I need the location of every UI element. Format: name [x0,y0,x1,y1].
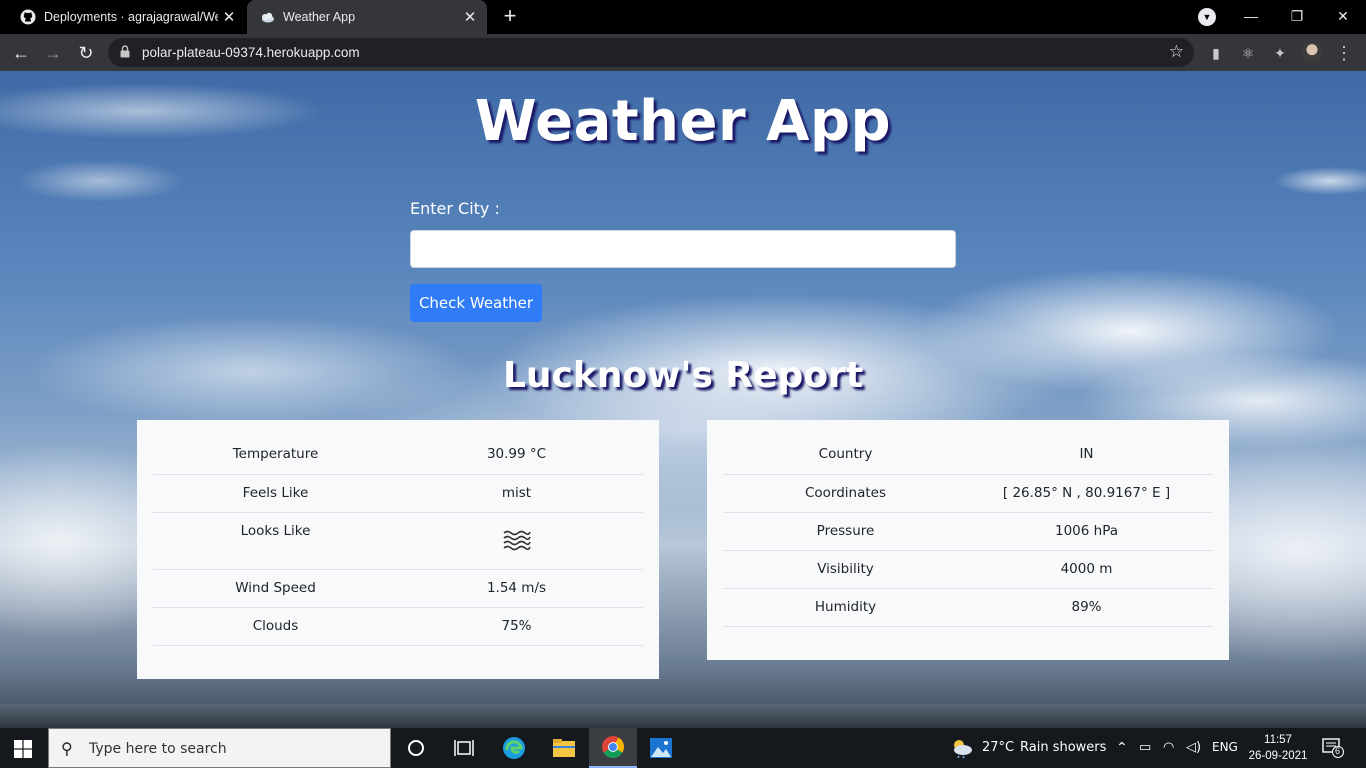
report-title: Lucknow's Report [502,355,864,396]
page-title: Weather App [474,89,892,154]
address-bar[interactable]: polar-plateau-09374.herokuapp.com ☆ [108,38,1194,67]
tab-search-icon[interactable]: ▼ [1198,8,1216,26]
reload-icon[interactable]: ↻ [73,40,99,66]
tab-weather-app[interactable]: Weather App ✕ [247,0,487,34]
table-row: Temperature 30.99 °C [153,436,643,475]
windows-start-icon[interactable] [14,740,32,758]
background-sea [0,704,1366,728]
browser-toolbar: ← → ↻ polar-plateau-09374.herokuapp.com … [0,34,1366,71]
weather-details-table: Temperature 30.99 °C Feels Like mist Loo… [153,436,643,646]
table-row: Pressure 1006 hPa [723,512,1213,551]
extension-icon[interactable]: ▮ [1206,43,1226,63]
pressure-value: 1006 hPa [968,512,1213,551]
back-arrow-icon[interactable]: ← [8,40,34,66]
visibility-value: 4000 m [968,550,1213,589]
volume-icon[interactable]: ◁) [1186,740,1201,755]
country-label: Country [723,436,968,475]
lock-icon [120,45,130,58]
url-text: polar-plateau-09374.herokuapp.com [142,45,360,60]
close-tab-icon[interactable]: ✕ [218,8,240,26]
weather-favicon-icon [262,12,274,23]
react-devtools-icon[interactable]: ⚛ [1238,43,1258,63]
mist-icon [502,530,531,550]
humidity-value: 89% [968,588,1213,627]
table-row: Humidity 89% [723,588,1213,627]
feels-like-value: mist [398,474,643,513]
coordinates-value: [ 26.85° N , 80.9167° E ] [968,474,1213,513]
minimize-button[interactable]: — [1228,0,1274,34]
close-tab-icon[interactable]: ✕ [459,8,481,26]
file-explorer-icon[interactable] [540,728,588,768]
city-label: Enter City : [410,199,500,218]
location-details-table: Country IN Coordinates [ 26.85° N , 80.9… [723,436,1213,627]
clock[interactable]: 11:57 26-09-2021 [1247,732,1309,764]
table-row: Looks Like [153,512,643,570]
weather-condition[interactable]: Rain showers [1020,740,1106,755]
menu-dots-icon[interactable]: ⋮ [1334,43,1354,63]
weather-temperature[interactable]: 27°C [982,740,1014,755]
weather-details-card: Temperature 30.99 °C Feels Like mist Loo… [137,420,659,679]
coordinates-label: Coordinates [723,474,968,513]
visibility-label: Visibility [723,550,968,589]
pressure-label: Pressure [723,512,968,551]
search-icon: ⚲ [61,741,73,758]
weather-cloud-sun-icon[interactable] [950,737,974,759]
country-value: IN [968,436,1213,475]
table-row: Visibility 4000 m [723,550,1213,589]
chrome-icon[interactable] [589,728,637,768]
forward-arrow-icon[interactable]: → [40,40,66,66]
cortana-icon[interactable] [392,728,440,768]
search-placeholder: Type here to search [89,741,227,757]
looks-like-label: Looks Like [153,512,398,570]
puzzle-extensions-icon[interactable]: ✦ [1270,43,1290,63]
notifications-icon[interactable]: 6 [1322,738,1344,758]
wind-speed-label: Wind Speed [153,569,398,608]
battery-icon[interactable]: ▭ [1139,740,1151,755]
table-row: Country IN [723,436,1213,475]
tab-title: Deployments · agrajagrawal/Wea [44,10,218,24]
language-indicator[interactable]: ENG [1212,740,1238,754]
close-window-button[interactable]: ✕ [1320,0,1366,34]
notification-count: 6 [1335,746,1341,756]
clouds-label: Clouds [153,607,398,646]
location-details-card: Country IN Coordinates [ 26.85° N , 80.9… [707,420,1229,660]
wind-speed-value: 1.54 m/s [398,569,643,608]
table-row: Wind Speed 1.54 m/s [153,569,643,608]
weather-app-page: Weather App Enter City : Check Weather L… [0,71,1366,728]
windows-taskbar: ⚲ Type here to search 27°C Rain showers … [0,728,1366,768]
clock-date: 26-09-2021 [1248,750,1308,762]
tab-title: Weather App [283,10,356,24]
table-row: Clouds 75% [153,607,643,646]
table-row: Feels Like mist [153,474,643,513]
feels-like-label: Feels Like [153,474,398,513]
edge-icon[interactable] [490,728,538,768]
looks-like-value [398,512,643,570]
clouds-value: 75% [398,607,643,646]
bookmark-star-icon[interactable]: ☆ [1169,42,1184,62]
profile-avatar[interactable] [1301,42,1323,64]
temperature-label: Temperature [153,436,398,475]
task-view-icon[interactable] [440,728,488,768]
table-row: Coordinates [ 26.85° N , 80.9167° E ] [723,474,1213,513]
clock-time: 11:57 [1264,734,1292,746]
taskbar-search-box[interactable]: ⚲ Type here to search [48,728,391,768]
wifi-icon[interactable]: ◠ [1163,740,1174,755]
restore-button[interactable]: ❐ [1274,0,1320,34]
chevron-up-icon[interactable]: ⌃ [1116,740,1128,756]
browser-tab-strip: Deployments · agrajagrawal/Wea ✕ Weather… [0,0,1366,34]
new-tab-button[interactable]: + [498,4,522,28]
tab-deployments[interactable]: Deployments · agrajagrawal/Wea ✕ [8,0,246,34]
city-input[interactable] [410,230,956,268]
humidity-label: Humidity [723,588,968,627]
check-weather-button[interactable]: Check Weather [410,284,542,322]
github-icon [20,9,36,25]
temperature-value: 30.99 °C [398,436,643,475]
photos-icon[interactable] [637,728,685,768]
